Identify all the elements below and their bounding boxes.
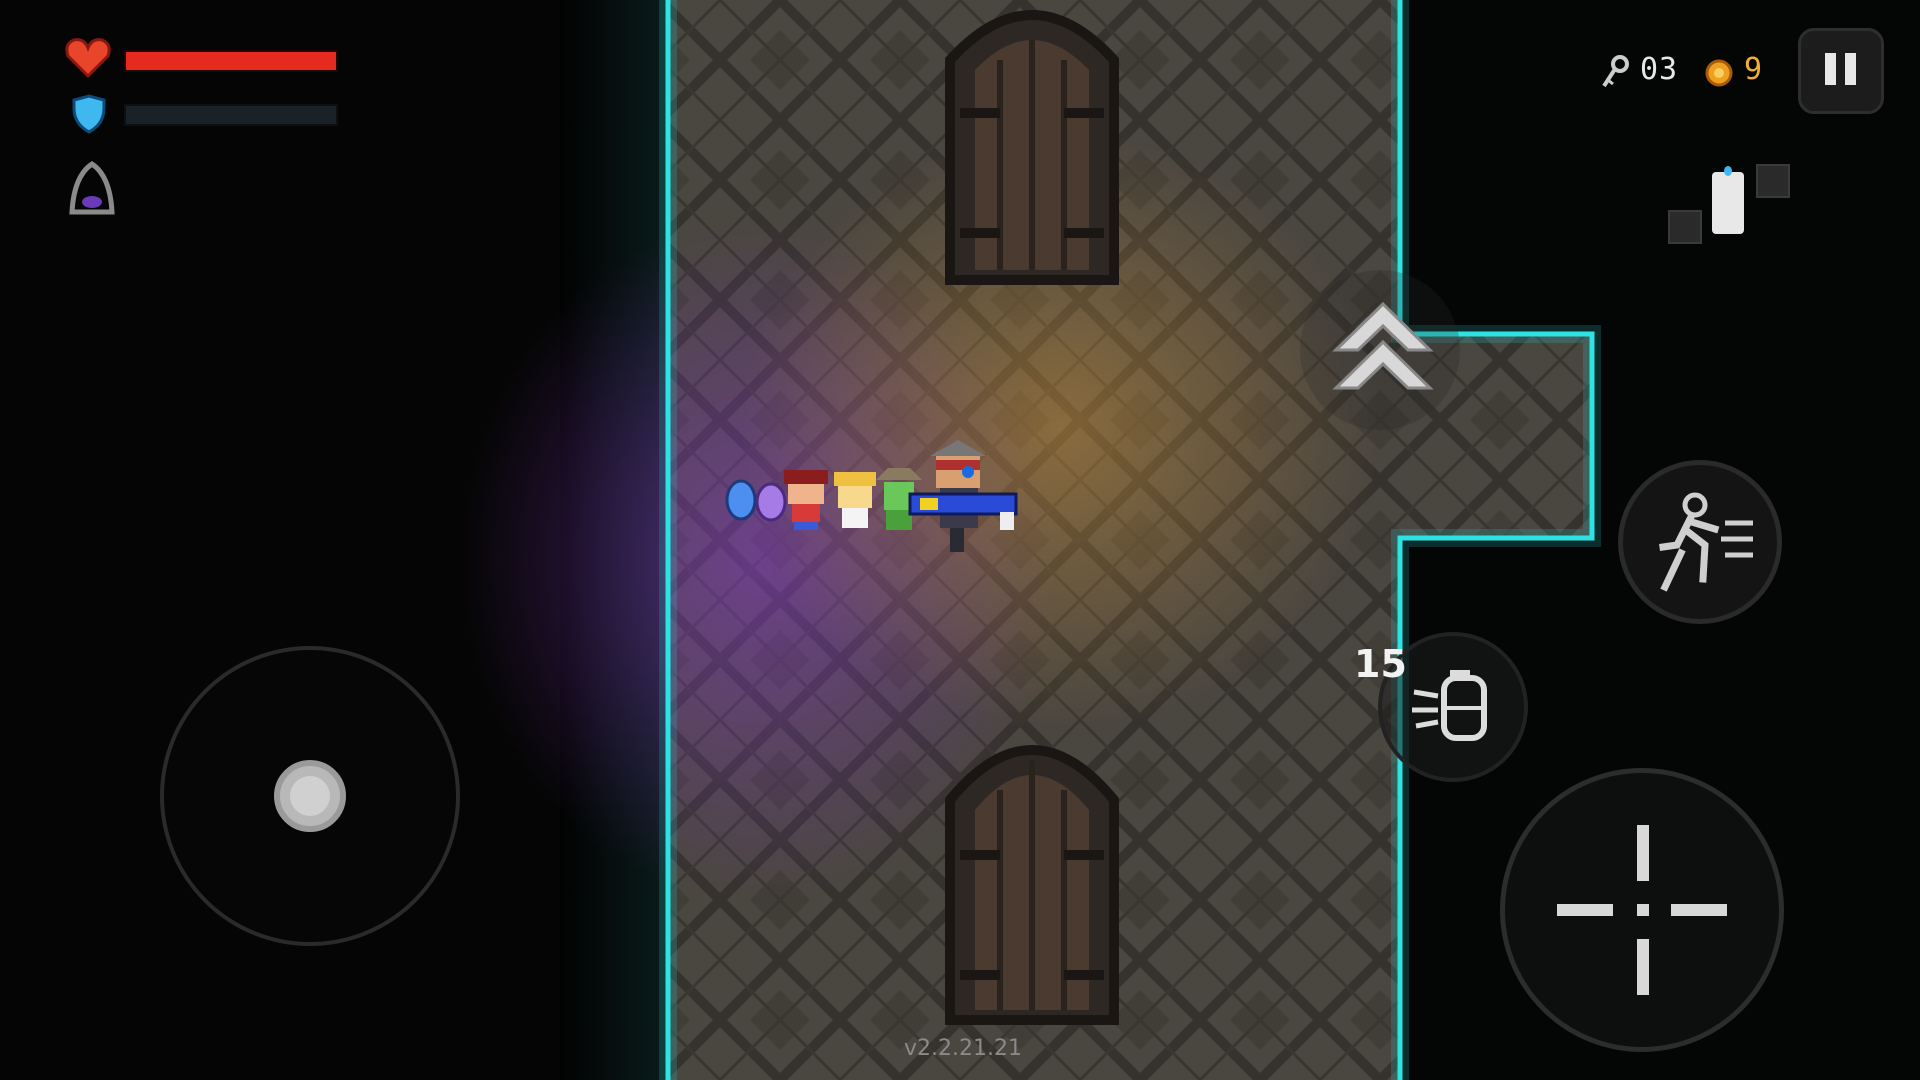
armor-bar-track	[124, 104, 338, 126]
grenade-icon	[1412, 670, 1487, 741]
blue-egg	[725, 479, 757, 521]
minimap[interactable]	[1660, 156, 1800, 246]
coin-count: 9	[1744, 52, 1764, 87]
crosshair-icon	[1557, 825, 1727, 995]
pause-icon	[1825, 53, 1857, 89]
virtual-joystick[interactable]	[160, 646, 460, 946]
double-chevron-up-icon	[1332, 301, 1434, 390]
skill-button[interactable]	[1618, 460, 1782, 624]
health-bar-fill	[126, 52, 336, 70]
top-door	[945, 10, 1119, 285]
heart-icon	[65, 38, 111, 79]
version-label: v2.2.21.21	[904, 1036, 1022, 1061]
minimap-room-current	[1712, 172, 1744, 234]
running-figure-icon	[1659, 492, 1753, 592]
shield-icon	[72, 94, 106, 134]
pause-button[interactable]	[1798, 28, 1884, 114]
minimap-room-left	[1668, 210, 1702, 244]
key-icon	[1602, 55, 1629, 88]
key-count: 03	[1640, 52, 1679, 87]
coin-counter: 9	[1704, 52, 1774, 92]
fire-button[interactable]	[1500, 768, 1784, 1052]
minimap-room-right	[1756, 164, 1790, 198]
key-counter: 03	[1600, 52, 1690, 92]
coin-icon	[1705, 59, 1733, 87]
joystick-knob[interactable]	[274, 760, 346, 832]
dash-button[interactable]	[1300, 270, 1460, 430]
grenade-count: 15	[1354, 642, 1407, 686]
health-bar-group	[64, 36, 344, 80]
armor-bar-group	[64, 92, 344, 136]
minimap-player-marker	[1724, 166, 1732, 176]
bottom-door	[945, 745, 1119, 1025]
hooded-figure-icon	[69, 160, 115, 215]
purple-egg	[755, 482, 787, 522]
